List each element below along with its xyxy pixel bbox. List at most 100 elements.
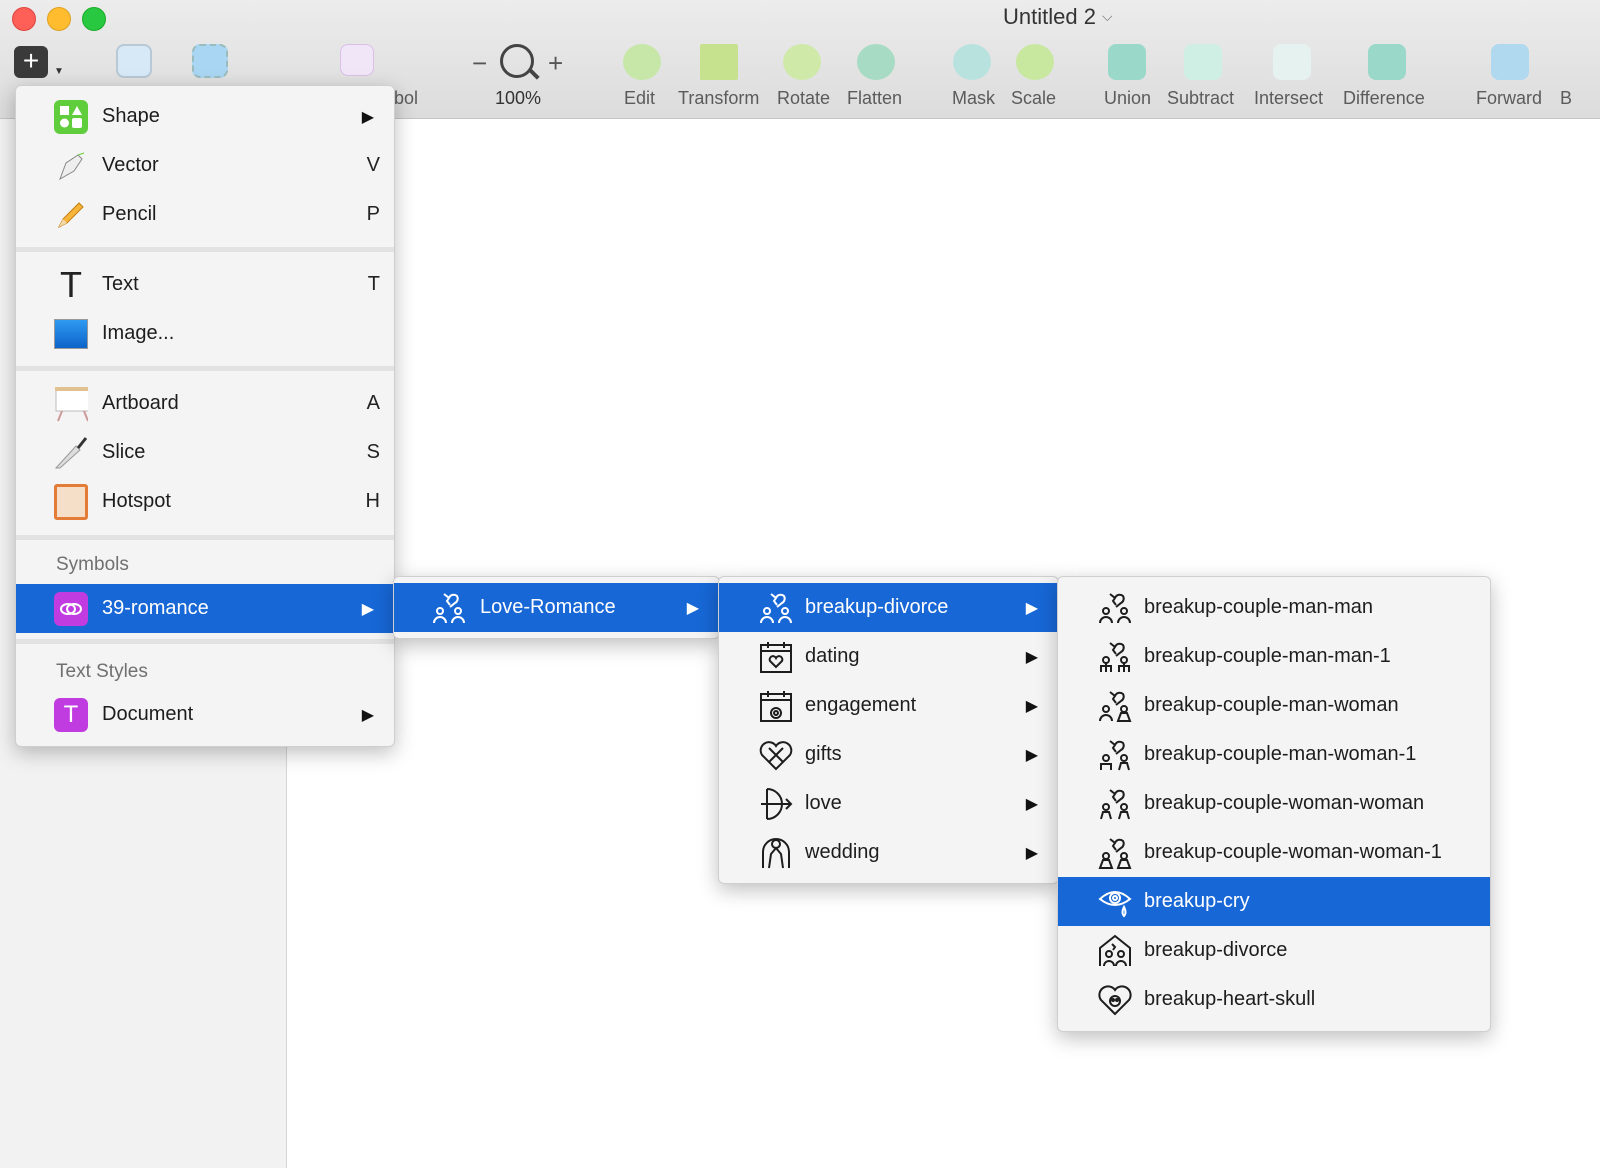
zoom-in-button[interactable]: + [548, 48, 563, 79]
menu-item-label: Love-Romance [480, 596, 616, 618]
menu-item-document[interactable]: T Document ▶ [16, 690, 394, 739]
menu-item-breakup-couple-man-woman-1[interactable]: breakup-couple-man-woman-1 [1058, 730, 1490, 779]
insert-button[interactable]: + [14, 46, 48, 78]
submenu-arrow-icon: ▶ [686, 599, 699, 617]
submenu-arrow-icon: ▶ [1025, 648, 1038, 666]
shortcut-label: S [366, 441, 380, 463]
category-submenu: breakup-divorce ▶ dating ▶ engagement ▶ … [718, 576, 1059, 884]
romance-submenu: Love-Romance ▶ [393, 576, 720, 639]
menu-item-label: breakup-couple-woman-woman-1 [1144, 841, 1442, 863]
hotspot-icon [54, 483, 88, 520]
menu-item-breakup-couple-woman-woman[interactable]: breakup-couple-woman-woman [1058, 779, 1490, 828]
menu-item-dating[interactable]: dating ▶ [719, 632, 1058, 681]
scale-label: Scale [1011, 88, 1057, 108]
zoom-window-button[interactable] [82, 7, 106, 31]
menu-item-breakup-heart-skull[interactable]: breakup-heart-skull [1058, 975, 1490, 1024]
symbols-header: Symbols [56, 554, 129, 575]
text-style-icon: T [54, 697, 88, 732]
pen-icon [54, 149, 88, 183]
menu-item-label: breakup-divorce [1144, 939, 1288, 961]
heart-skull-icon [1098, 983, 1132, 1017]
shortcut-label: A [366, 392, 380, 414]
transform-label: Transform [678, 88, 760, 108]
rotate-icon[interactable] [783, 44, 821, 80]
menu-item-breakup-couple-man-woman[interactable]: breakup-couple-man-woman [1058, 681, 1490, 730]
shortcut-label: H [365, 490, 380, 512]
pencil-icon [54, 198, 88, 232]
menu-item-gifts[interactable]: gifts ▶ [719, 730, 1058, 779]
difference-icon[interactable] [1368, 44, 1406, 80]
menu-item-breakup-cry[interactable]: breakup-cry [1058, 877, 1490, 926]
scale-icon[interactable] [1016, 44, 1054, 80]
menu-item-text[interactable]: T Text T [16, 260, 394, 309]
menu-item-label: breakup-couple-man-woman [1144, 694, 1399, 716]
menu-item-label: dating [805, 645, 860, 667]
menu-item-label: breakup-couple-man-man [1144, 596, 1374, 618]
close-window-button[interactable] [12, 7, 36, 31]
zoom-out-button[interactable]: − [472, 48, 487, 79]
menu-item-breakup-divorce[interactable]: breakup-divorce [1058, 926, 1490, 975]
menu-item-wedding[interactable]: wedding ▶ [719, 828, 1058, 877]
menu-item-label: Artboard [102, 392, 179, 414]
menu-item-engagement[interactable]: engagement ▶ [719, 681, 1058, 730]
edit-icon[interactable] [623, 44, 661, 80]
menu-item-label: breakup-divorce [805, 596, 949, 618]
flatten-icon[interactable] [857, 44, 895, 80]
transform-icon[interactable] [700, 44, 738, 80]
bow-arrow-icon [759, 787, 793, 821]
menu-item-label: breakup-cry [1144, 890, 1250, 912]
document-title[interactable]: Untitled 2 ⌵ [1003, 4, 1113, 30]
menu-item-hotspot[interactable]: Hotspot H [16, 477, 394, 526]
rotate-label: Rotate [777, 88, 831, 108]
menu-item-label: Hotspot [102, 490, 171, 512]
ungroup-icon[interactable] [192, 44, 228, 78]
knife-icon [54, 436, 88, 470]
menu-item-breakup-couple-man-man[interactable]: breakup-couple-man-man [1058, 583, 1490, 632]
breakup-couple-icon [1098, 738, 1132, 772]
menu-item-image[interactable]: Image... [16, 309, 394, 358]
menu-separator [16, 247, 394, 252]
document-title-text: Untitled 2 [1003, 4, 1096, 29]
menu-item-39-romance[interactable]: 39-romance ▶ [16, 584, 394, 633]
intersect-label: Intersect [1254, 88, 1324, 108]
zoom-level: 100% [495, 88, 542, 108]
wedding-dress-icon [759, 836, 793, 870]
zoom-icon[interactable] [500, 44, 534, 78]
flatten-label: Flatten [847, 88, 903, 108]
shortcut-label: P [366, 203, 380, 225]
menu-item-love[interactable]: love ▶ [719, 779, 1058, 828]
minimize-window-button[interactable] [47, 7, 71, 31]
symbol-icon [54, 591, 88, 626]
menu-item-vector[interactable]: Vector V [16, 141, 394, 190]
text-icon: T [60, 263, 82, 305]
gift-heart-icon [759, 738, 793, 772]
divorce-house-icon [1098, 934, 1132, 968]
intersect-icon[interactable] [1273, 44, 1311, 80]
menu-item-breakup-couple-woman-woman-1[interactable]: breakup-couple-woman-woman-1 [1058, 828, 1490, 877]
menu-item-breakup-couple-man-man-1[interactable]: breakup-couple-man-man-1 [1058, 632, 1490, 681]
forward-label: Forward [1476, 88, 1543, 108]
menu-item-breakup-divorce[interactable]: breakup-divorce ▶ [719, 583, 1058, 632]
menu-item-label: Slice [102, 441, 146, 463]
menu-item-artboard[interactable]: Artboard A [16, 379, 394, 428]
create-symbol-label: bol [394, 88, 419, 108]
subtract-icon[interactable] [1184, 44, 1222, 80]
create-symbol-icon[interactable] [340, 44, 374, 76]
union-icon[interactable] [1108, 44, 1146, 80]
breakup-couple-icon [759, 591, 793, 625]
menu-item-shape[interactable]: Shape ▶ [16, 92, 394, 141]
menu-item-pencil[interactable]: Pencil P [16, 190, 394, 239]
plus-icon: + [22, 45, 40, 76]
menu-item-slice[interactable]: Slice S [16, 428, 394, 477]
group-icon[interactable] [116, 44, 152, 78]
menu-item-label: breakup-heart-skull [1144, 988, 1316, 1010]
menu-item-love-romance[interactable]: Love-Romance ▶ [394, 583, 719, 632]
shortcut-label: T [367, 273, 380, 295]
menu-item-label: breakup-couple-woman-woman [1144, 792, 1425, 814]
image-icon [54, 317, 88, 351]
menu-item-label: Shape [102, 105, 160, 127]
forward-icon[interactable] [1491, 44, 1529, 80]
menu-item-label: Document [102, 703, 194, 725]
mask-icon[interactable] [953, 44, 991, 80]
breakup-couple-icon [1098, 591, 1132, 625]
